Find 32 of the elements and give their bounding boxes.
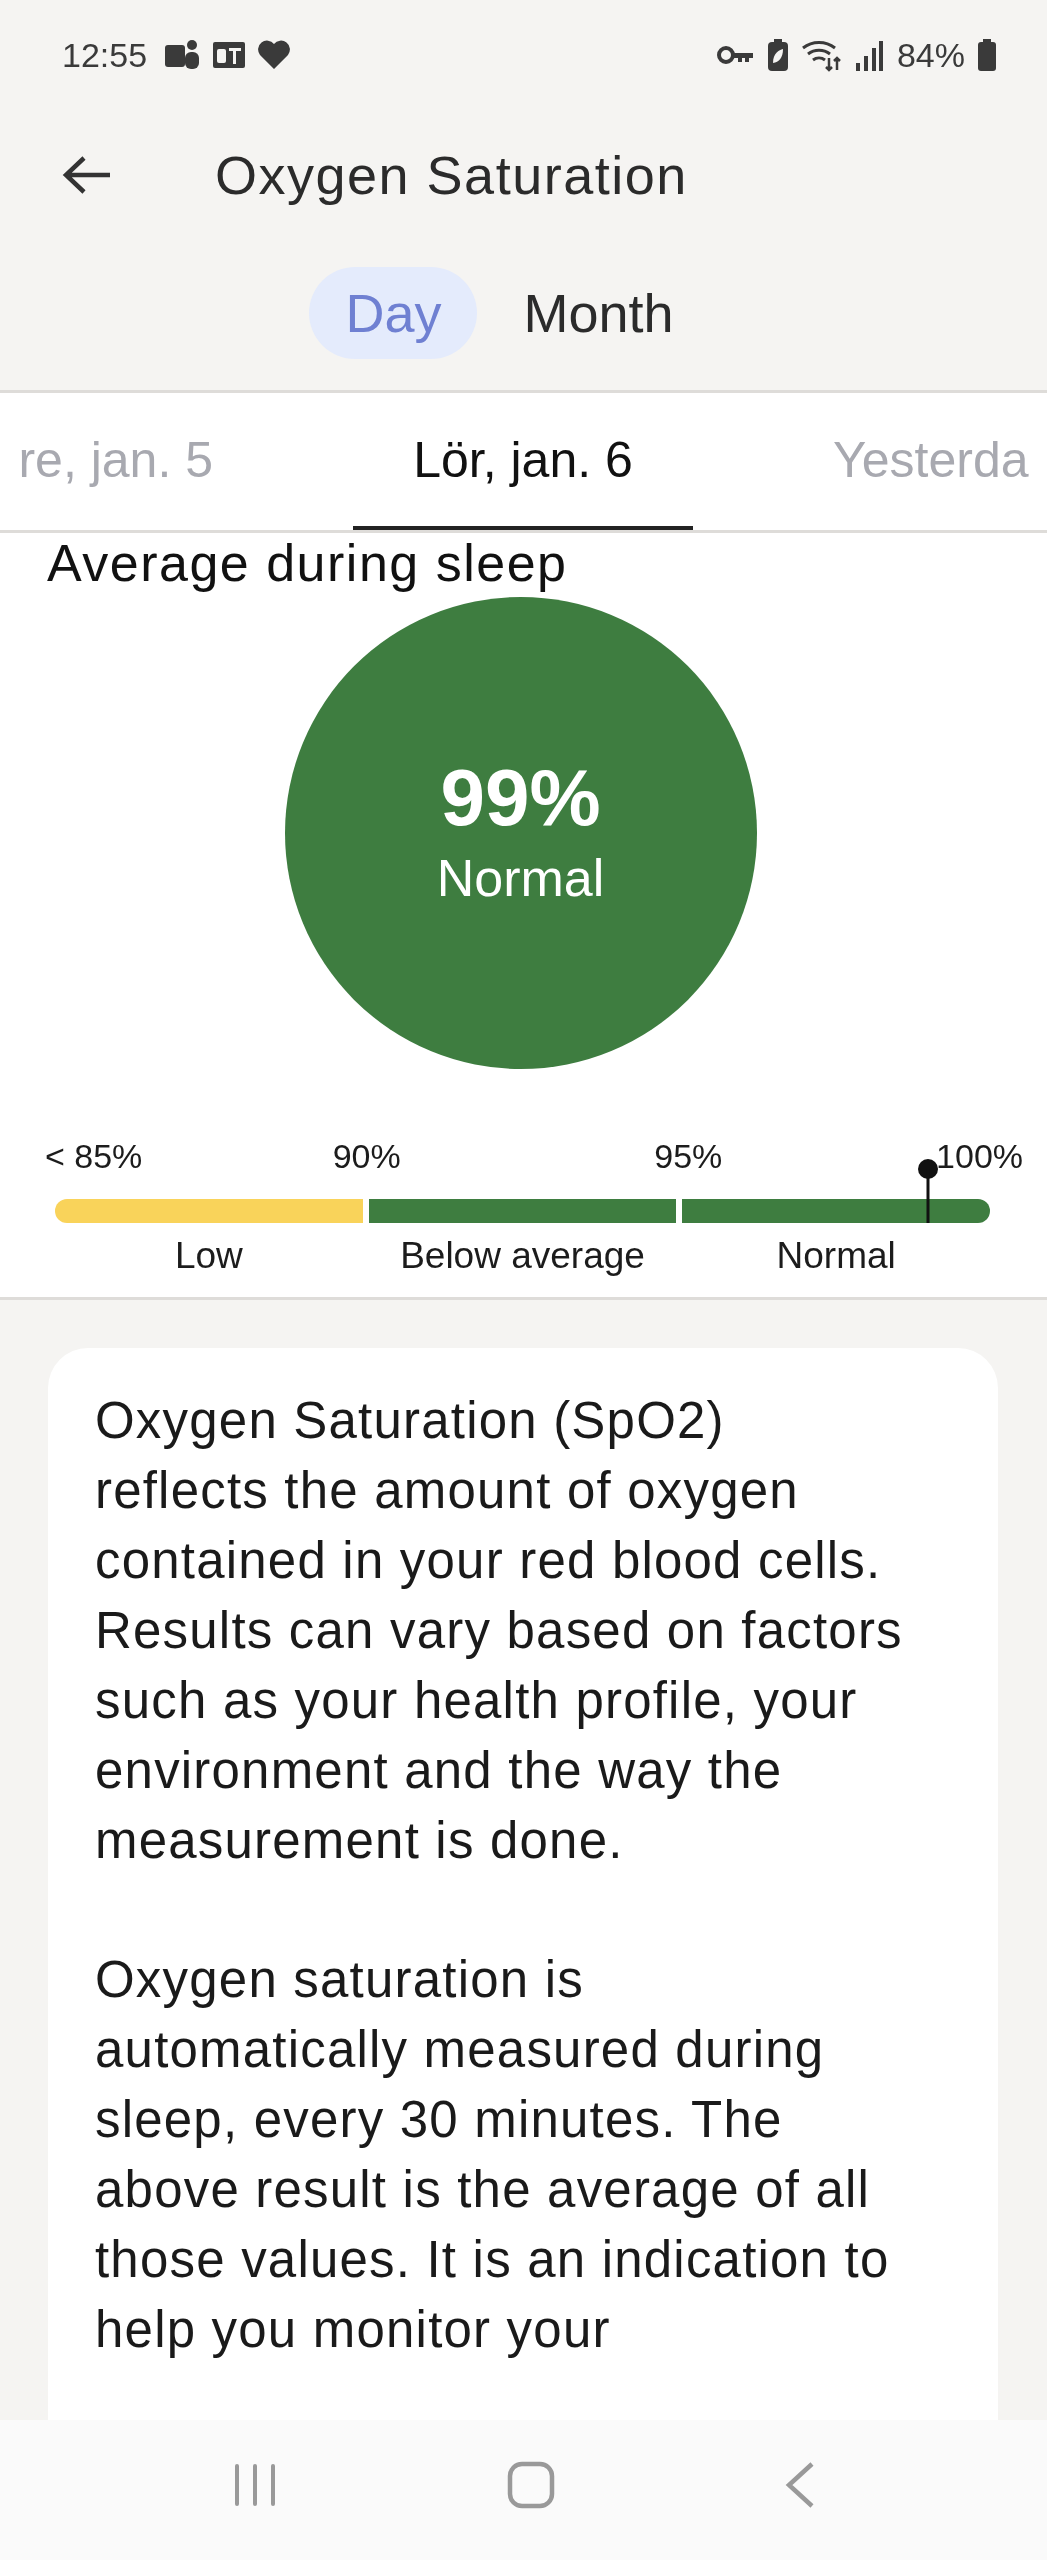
info-paragraph: Oxygen saturation is automatically measured during sleep, every 30 minutes. The above result is the average of all those values. It is an indication to help you monitor your <box>95 1950 891 2360</box>
period-tab[interactable]: Month <box>487 267 710 359</box>
key-icon <box>716 43 755 67</box>
signal-icon <box>854 39 883 71</box>
home-button[interactable] <box>506 2461 555 2509</box>
screen-title: Oxygen Saturation <box>215 144 688 206</box>
battery-icon <box>977 38 997 72</box>
wifi-icon <box>800 38 843 72</box>
range-label: Normal <box>775 1235 897 1277</box>
result-status: Normal <box>436 848 605 908</box>
result-value: 99% <box>440 758 601 838</box>
recent-apps-button[interactable] <box>232 2462 277 2508</box>
battery-percent: 84% <box>896 35 965 75</box>
info-paragraph: Oxygen Saturation (SpO2) reflects the amount of oxygen contained in your red blood cells. Results can vary based on factors such as your health profile, your environment and the way the measurement is done. <box>95 1391 904 1871</box>
scale-tick-label: 90% <box>332 1137 401 1176</box>
scale-tick-label: 95% <box>654 1137 723 1176</box>
heart-icon <box>257 39 292 71</box>
back-nav-button[interactable] <box>784 2461 815 2509</box>
back-icon <box>784 2461 815 2509</box>
range-label: Below average <box>399 1235 646 1277</box>
back-arrow-icon <box>62 155 112 195</box>
clock-time: 12:55 <box>62 35 148 75</box>
range-label: Low <box>173 1235 244 1277</box>
scale-tick-label: 100% <box>936 1137 1024 1176</box>
recent-apps-icon <box>232 2462 277 2508</box>
section-title: Average during sleep <box>47 533 569 593</box>
period-tab[interactable]: Day <box>309 267 478 359</box>
date-tab[interactable]: re, jan. 5 <box>0 393 353 530</box>
scale-tick-label: < 85% <box>45 1137 143 1176</box>
battery-saver-icon <box>766 38 789 72</box>
home-icon <box>506 2461 555 2509</box>
date-tab[interactable]: Yesterda <box>693 393 1047 530</box>
